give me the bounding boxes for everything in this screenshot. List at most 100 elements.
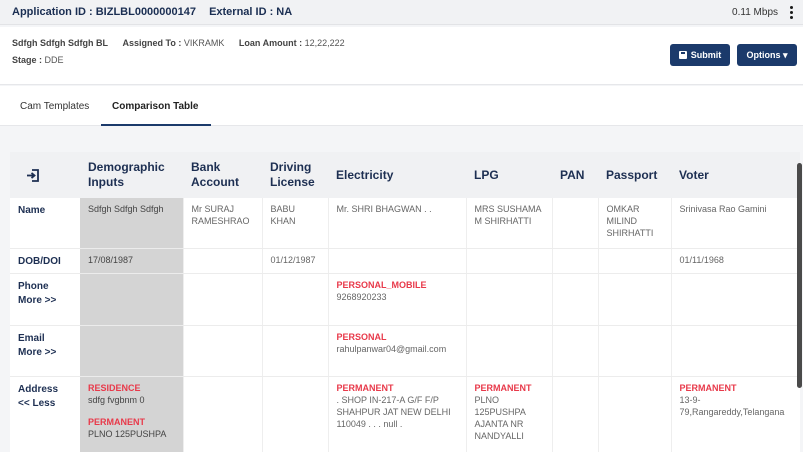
email-more-link[interactable]: More >> xyxy=(18,347,72,359)
column-header: Driving License xyxy=(262,152,328,198)
stage-line: Stage : DDE xyxy=(12,55,64,65)
row-label: Phone xyxy=(18,280,49,292)
table-cell: Srinivasa Rao Gamini xyxy=(671,198,800,249)
row-label-cell: Email More >> xyxy=(10,325,80,377)
table-cell: Mr SURAJ RAMESHRAO xyxy=(183,198,263,249)
table-row: Phone More >> PERSONAL_MOBILE 9268920233 xyxy=(10,273,800,326)
contact-value: 9268920233 xyxy=(336,291,387,302)
table-cell xyxy=(671,325,800,377)
table-row: Address << Less RESIDENCE sdfg fvgbnm 0 … xyxy=(10,376,800,452)
table-cell: Sdfgh Sdfgh Sdfgh xyxy=(80,198,184,249)
address-value: PLNO 125PUSHPA AJANTA NR NANDYALLI xyxy=(474,394,526,441)
table-cell xyxy=(466,273,553,326)
table-scrollbar[interactable] xyxy=(797,163,802,388)
tab-comparison-table[interactable]: Comparison Table xyxy=(112,101,199,112)
assigned-label: Assigned To : xyxy=(122,38,182,48)
table-cell xyxy=(598,376,672,452)
table-cell: PERMANENT PLNO 125PUSHPA AJANTA NR NANDY… xyxy=(466,376,553,452)
address-less-link[interactable]: << Less xyxy=(18,398,72,410)
options-button[interactable]: Options ▾ xyxy=(737,44,797,66)
save-icon xyxy=(678,51,687,59)
stage-value: DDE xyxy=(44,55,64,65)
kebab-menu-icon[interactable] xyxy=(788,4,795,21)
product-code: BL xyxy=(96,38,108,48)
table-cell xyxy=(183,325,263,377)
table-cell xyxy=(328,248,467,274)
column-header: Passport xyxy=(598,152,671,198)
column-header: LPG xyxy=(466,152,552,198)
active-tab-indicator xyxy=(101,124,211,126)
applicant-name: Sdfgh Sdfgh Sdfgh xyxy=(12,38,94,48)
contact-type-tag: PERSONAL_MOBILE xyxy=(336,279,427,290)
contact-type-tag: PERSONAL xyxy=(336,331,387,342)
table-cell xyxy=(262,325,329,377)
address-type-tag: PERMANENT xyxy=(474,382,532,393)
row-label-cell: Phone More >> xyxy=(10,273,80,326)
column-header: Bank Account xyxy=(183,152,262,198)
options-label: Options ▾ xyxy=(746,49,788,60)
table-cell: PERSONAL rahulpanwar04@gmail.com xyxy=(328,325,467,377)
table-cell: 17/08/1987 xyxy=(80,248,184,274)
comparison-table-panel: Demographic Inputs Bank Account Driving … xyxy=(10,152,800,452)
table-cell xyxy=(466,248,553,274)
top-bar: Application ID : BIZLBL0000000147 Extern… xyxy=(0,0,803,25)
table-cell xyxy=(262,376,329,452)
table-cell: Mr. SHRI BHAGWAN . . xyxy=(328,198,467,249)
address-type-tag: PERMANENT xyxy=(679,382,737,393)
contact-value: rahulpanwar04@gmail.com xyxy=(336,343,447,354)
address-value: 13-9-79,Rangareddy,Telangana xyxy=(679,394,785,417)
address-value: PLNO 125PUSHPA xyxy=(88,428,167,439)
table-cell xyxy=(598,248,672,274)
table-cell xyxy=(552,325,599,377)
table-header-row: Demographic Inputs Bank Account Driving … xyxy=(10,152,800,198)
table-cell: OMKAR MILIND SHIRHATTI xyxy=(598,198,672,249)
row-label: DOB/DOI xyxy=(10,248,80,274)
stage-label: Stage : xyxy=(12,55,43,65)
table-row: Email More >> PERSONAL rahulpanwar04@gma… xyxy=(10,325,800,377)
comparison-table: Demographic Inputs Bank Account Driving … xyxy=(10,152,800,452)
external-id: External ID : NA xyxy=(209,6,293,18)
address-value: sdfg fvgbnm 0 xyxy=(88,394,145,405)
submit-button[interactable]: Submit xyxy=(670,44,730,66)
table-cell: PERMANENT . SHOP IN-217-A G/F F/P SHAHPU… xyxy=(328,376,467,452)
table-cell: BABU KHAN xyxy=(262,198,329,249)
application-id: Application ID : BIZLBL0000000147 xyxy=(12,6,196,18)
table-cell xyxy=(598,273,672,326)
table-row: DOB/DOI 17/08/1987 01/12/1987 01/11/1968 xyxy=(10,248,800,274)
table-cell: 01/11/1968 xyxy=(671,248,800,274)
loan-header: Sdfgh Sdfgh Sdfgh BL Assigned To : VIKRA… xyxy=(0,27,803,85)
table-cell: MRS SUSHAMA M SHIRHATTI xyxy=(466,198,553,249)
row-label: Address xyxy=(18,383,59,395)
table-cell: PERMANENT 13-9-79,Rangareddy,Telangana xyxy=(671,376,800,452)
table-cell xyxy=(80,273,184,326)
table-cell: RESIDENCE sdfg fvgbnm 0 PERMANENT PLNO 1… xyxy=(80,376,184,452)
phone-more-link[interactable]: More >> xyxy=(18,295,72,307)
row-label: Email xyxy=(18,332,45,344)
table-cell: PERSONAL_MOBILE 9268920233 xyxy=(328,273,467,326)
column-header: Electricity xyxy=(328,152,466,198)
tab-cam-templates[interactable]: Cam Templates xyxy=(20,101,89,112)
address-type-tag: RESIDENCE xyxy=(88,382,141,393)
loan-amount-label: Loan Amount : xyxy=(238,38,303,48)
table-cell xyxy=(183,273,263,326)
table-cell xyxy=(552,376,599,452)
column-header: Demographic Inputs xyxy=(80,152,183,198)
assigned-value: VIKRAMK xyxy=(183,38,225,48)
header-summary: Sdfgh Sdfgh Sdfgh BL Assigned To : VIKRA… xyxy=(12,38,345,48)
tab-bar: Cam Templates Comparison Table xyxy=(0,86,803,126)
table-row: Name Sdfgh Sdfgh Sdfgh Mr SURAJ RAMESHRA… xyxy=(10,198,800,249)
network-speed-area: 0.11 Mbps xyxy=(732,4,795,21)
table-cell xyxy=(183,248,263,274)
network-speed: 0.11 Mbps xyxy=(732,6,778,18)
table-cell xyxy=(552,198,599,249)
column-header-icon xyxy=(10,152,80,198)
table-cell: 01/12/1987 xyxy=(262,248,329,274)
table-cell xyxy=(552,248,599,274)
table-cell xyxy=(183,376,263,452)
row-label-cell: Address << Less xyxy=(10,376,80,452)
application-ids: Application ID : BIZLBL0000000147 Extern… xyxy=(12,6,302,18)
table-cell xyxy=(466,325,553,377)
table-cell xyxy=(552,273,599,326)
login-icon[interactable] xyxy=(26,168,40,182)
address-type-tag: PERMANENT xyxy=(336,382,394,393)
